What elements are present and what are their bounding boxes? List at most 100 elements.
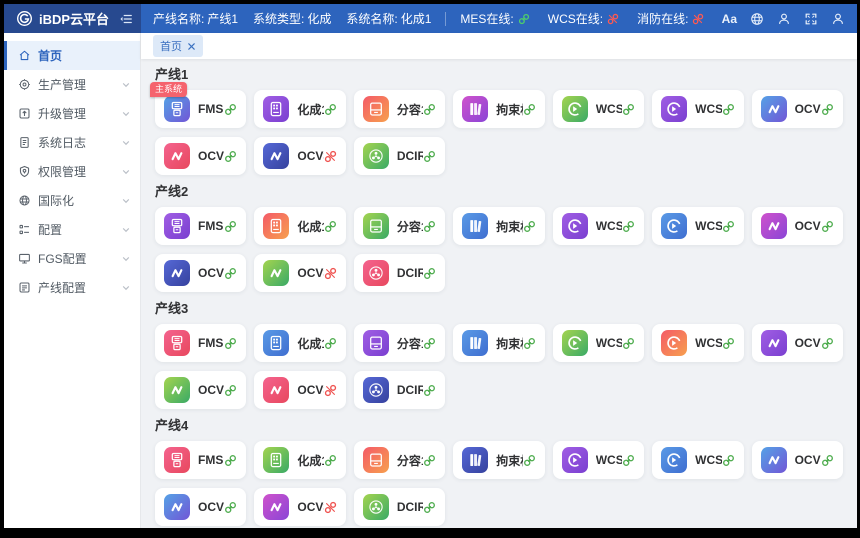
app-card-ocv[interactable]: OCV1 xyxy=(752,441,843,479)
chain-icon[interactable] xyxy=(722,220,735,233)
language-icon[interactable] xyxy=(750,12,764,26)
app-card-ocv[interactable]: OCV3 xyxy=(254,254,345,292)
chain-icon[interactable] xyxy=(324,220,337,233)
chain-icon[interactable] xyxy=(224,337,237,350)
chain-icon[interactable] xyxy=(523,103,536,116)
chain-icon[interactable] xyxy=(423,454,436,467)
chain-icon[interactable] xyxy=(622,337,635,350)
chain-icon[interactable] xyxy=(423,220,436,233)
chain-icon[interactable] xyxy=(224,454,237,467)
chain-icon[interactable] xyxy=(324,103,337,116)
chain-icon[interactable] xyxy=(821,337,834,350)
app-card-wcs[interactable]: WCS2 xyxy=(652,441,743,479)
app-card-formation[interactable]: 化成1 xyxy=(254,441,345,479)
app-card-grading[interactable]: 分容1 xyxy=(354,90,445,128)
chain-icon[interactable] xyxy=(224,384,237,397)
app-card-fms[interactable]: 主系统FMS1 xyxy=(155,90,246,128)
menu-fold-icon[interactable] xyxy=(119,12,133,26)
app-card-ocv[interactable]: OCV2 xyxy=(155,254,246,292)
chain-icon[interactable] xyxy=(821,103,834,116)
tab-home[interactable]: 首页 xyxy=(153,35,203,57)
user-icon[interactable] xyxy=(831,12,845,26)
app-card-wcs[interactable]: WCS1 xyxy=(553,441,644,479)
chain-icon[interactable] xyxy=(224,267,237,280)
chain-icon[interactable] xyxy=(423,267,436,280)
fullscreen-icon[interactable] xyxy=(804,12,818,26)
ocv-icon xyxy=(263,494,289,520)
sidebar-item-config[interactable]: 配置 xyxy=(4,215,140,244)
chain-icon[interactable] xyxy=(821,454,834,467)
app-card-ocv[interactable]: OCV2 xyxy=(155,137,246,175)
app-card-wcs[interactable]: WCS2 xyxy=(652,324,743,362)
chain-icon[interactable] xyxy=(722,103,735,116)
app-card-wcs[interactable]: WCS2 xyxy=(652,207,743,245)
sidebar-item-i18n[interactable]: 国际化 xyxy=(4,186,140,215)
chain-icon[interactable] xyxy=(224,150,237,163)
close-icon[interactable] xyxy=(187,42,196,51)
sidebar-item-line-config[interactable]: 产线配置 xyxy=(4,273,140,302)
app-card-wcs[interactable]: WCS2 xyxy=(652,90,743,128)
app-card-grading[interactable]: 分容1 xyxy=(354,441,445,479)
sidebar-item-permission[interactable]: 权限管理 xyxy=(4,157,140,186)
app-card-restraint[interactable]: 拘束机 xyxy=(453,441,544,479)
chain-broken-icon[interactable] xyxy=(324,150,337,163)
app-card-restraint[interactable]: 拘束机 xyxy=(453,324,544,362)
app-card-formation[interactable]: 化成1 xyxy=(254,90,345,128)
app-card-ocv[interactable]: OCV2 xyxy=(155,488,246,526)
chain-icon[interactable] xyxy=(622,454,635,467)
chain-icon[interactable] xyxy=(423,384,436,397)
chain-broken-icon[interactable] xyxy=(324,501,337,514)
app-card-formation[interactable]: 化成1 xyxy=(254,324,345,362)
sidebar-item-fgs-config[interactable]: FGS配置 xyxy=(4,244,140,273)
sidebar-item-upgrade[interactable]: 升级管理 xyxy=(4,99,140,128)
app-card-restraint[interactable]: 拘束机 xyxy=(453,207,544,245)
chain-icon[interactable] xyxy=(224,220,237,233)
app-card-fms[interactable]: FMS1 xyxy=(155,441,246,479)
app-card-ocv[interactable]: OCV3 xyxy=(254,371,345,409)
app-card-ocv[interactable]: OCV3 xyxy=(254,488,345,526)
app-card-dcir[interactable]: DCIR1 xyxy=(354,371,445,409)
app-card-grading[interactable]: 分容1 xyxy=(354,207,445,245)
ocv-icon xyxy=(761,96,787,122)
chain-icon[interactable] xyxy=(224,103,237,116)
app-card-ocv[interactable]: OCV1 xyxy=(752,207,843,245)
app-card-wcs[interactable]: WCS1 xyxy=(553,324,644,362)
chain-broken-icon[interactable] xyxy=(324,267,337,280)
app-card-ocv[interactable]: OCV3 xyxy=(254,137,345,175)
chain-icon[interactable] xyxy=(523,337,536,350)
chain-icon[interactable] xyxy=(324,454,337,467)
app-card-grading[interactable]: 分容1 xyxy=(354,324,445,362)
chain-broken-icon[interactable] xyxy=(324,384,337,397)
chain-icon[interactable] xyxy=(523,220,536,233)
app-card-ocv[interactable]: OCV1 xyxy=(752,90,843,128)
chain-icon[interactable] xyxy=(821,220,834,233)
chain-icon[interactable] xyxy=(423,150,436,163)
app-card-dcir[interactable]: DCIR1 xyxy=(354,488,445,526)
app-card-wcs[interactable]: WCS1 xyxy=(553,90,644,128)
app-card-formation[interactable]: 化成1 xyxy=(254,207,345,245)
chain-icon[interactable] xyxy=(722,454,735,467)
app-card-fms[interactable]: FMS1 xyxy=(155,324,246,362)
chain-icon[interactable] xyxy=(423,337,436,350)
app-card-ocv[interactable]: OCV1 xyxy=(752,324,843,362)
app-card-fms[interactable]: FMS1 xyxy=(155,207,246,245)
app-card-restraint[interactable]: 拘束机 xyxy=(453,90,544,128)
chain-icon[interactable] xyxy=(324,337,337,350)
app-card-dcir[interactable]: DCIR1 xyxy=(354,137,445,175)
chain-icon[interactable] xyxy=(722,337,735,350)
chain-icon[interactable] xyxy=(622,103,635,116)
theme-icon[interactable] xyxy=(777,12,791,26)
chain-icon[interactable] xyxy=(224,501,237,514)
sidebar-item-system-log[interactable]: 系统日志 xyxy=(4,128,140,157)
chain-icon[interactable] xyxy=(622,220,635,233)
sidebar-item-home[interactable]: 首页 xyxy=(4,41,140,70)
chain-icon[interactable] xyxy=(523,454,536,467)
app-card-wcs[interactable]: WCS1 xyxy=(553,207,644,245)
chain-icon[interactable] xyxy=(423,501,436,514)
chain-icon[interactable] xyxy=(423,103,436,116)
app-card-ocv[interactable]: OCV2 xyxy=(155,371,246,409)
wcs-icon xyxy=(661,213,687,239)
app-card-dcir[interactable]: DCIR1 xyxy=(354,254,445,292)
sidebar-item-production[interactable]: 生产管理 xyxy=(4,70,140,99)
font-size-button[interactable]: Aa xyxy=(722,12,737,26)
